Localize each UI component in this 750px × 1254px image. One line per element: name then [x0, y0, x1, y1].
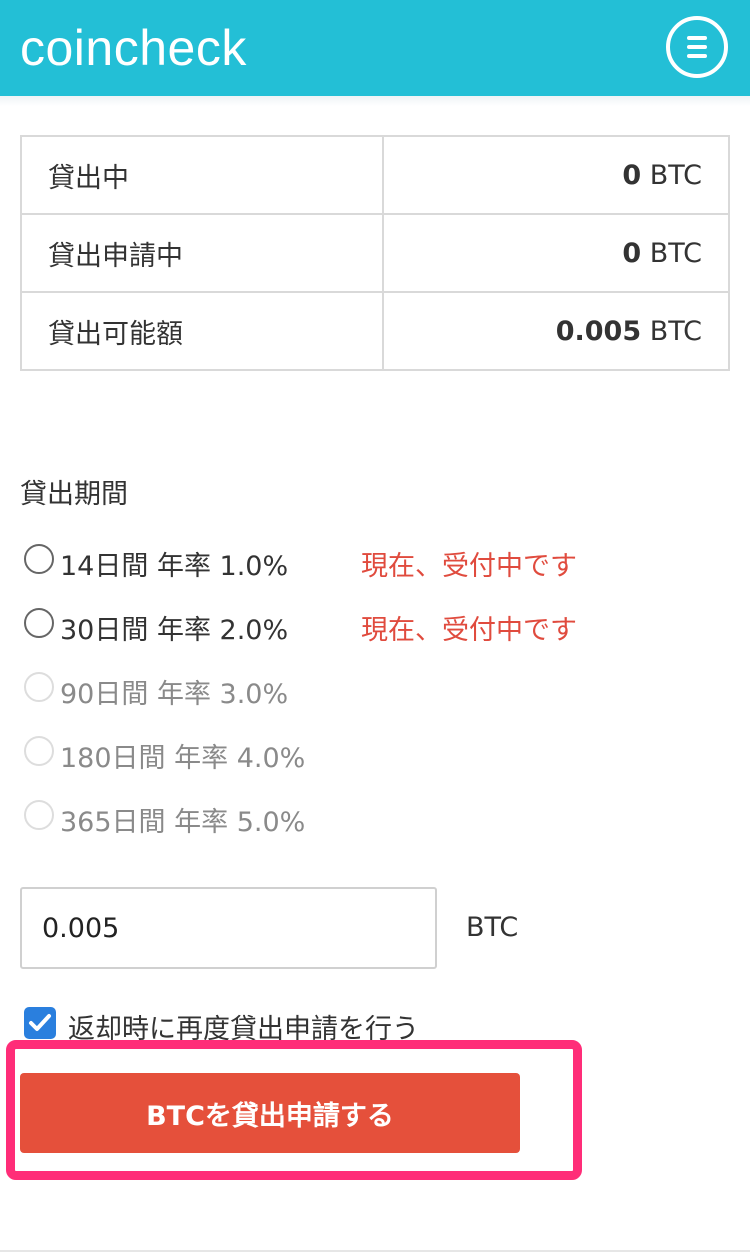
divider — [0, 1250, 750, 1252]
table-row: 貸出可能額 0.005 BTC — [20, 291, 730, 371]
menu-button[interactable] — [666, 16, 728, 78]
balance-label: 貸出中 — [20, 135, 384, 215]
period-title: 貸出期間 — [20, 479, 128, 510]
amount-unit: BTC — [466, 912, 519, 943]
checkbox-checked-icon[interactable] — [24, 1007, 56, 1039]
balance-value: 0 BTC — [382, 135, 730, 215]
hamburger-icon-bar — [687, 54, 707, 58]
balance-label: 貸出申請中 — [20, 213, 384, 293]
period-option-label: 90日間 年率 3.0% — [60, 679, 289, 710]
period-option-label: 365日間 年率 5.0% — [60, 807, 306, 838]
balance-table: 貸出中 0 BTC 貸出申請中 0 BTC 貸出可能額 0.005 BTC — [20, 135, 730, 371]
balance-amount: 0 — [622, 237, 642, 269]
period-status: 現在、受付中です — [361, 551, 577, 582]
submit-lend-button[interactable]: BTCを貸出申請する — [20, 1073, 520, 1153]
balance-unit: BTC — [649, 159, 702, 191]
period-option-label: 30日間 年率 2.0% — [60, 615, 289, 646]
header-shadow — [0, 96, 750, 106]
balance-amount: 0 — [622, 159, 642, 191]
period-option-label: 180日間 年率 4.0% — [60, 743, 306, 774]
balance-amount: 0.005 — [555, 315, 642, 347]
checkmark-icon — [29, 1014, 51, 1031]
radio-icon — [24, 800, 54, 830]
balance-value: 0.005 BTC — [382, 291, 730, 371]
radio-icon[interactable] — [24, 544, 54, 574]
radio-icon — [24, 736, 54, 766]
table-row: 貸出中 0 BTC — [20, 135, 730, 215]
balance-unit: BTC — [649, 315, 702, 347]
app-header: coincheck — [0, 0, 750, 96]
balance-label: 貸出可能額 — [20, 291, 384, 371]
hamburger-icon — [687, 36, 707, 40]
period-status: 現在、受付中です — [361, 615, 577, 646]
balance-unit: BTC — [649, 237, 702, 269]
period-option-label: 14日間 年率 1.0% — [60, 551, 289, 582]
table-row: 貸出申請中 0 BTC — [20, 213, 730, 293]
amount-input[interactable] — [20, 887, 437, 969]
hamburger-icon-bar — [687, 45, 707, 49]
radio-icon[interactable] — [24, 608, 54, 638]
radio-icon — [24, 672, 54, 702]
balance-value: 0 BTC — [382, 213, 730, 293]
brand-logo[interactable]: coincheck — [20, 18, 247, 78]
